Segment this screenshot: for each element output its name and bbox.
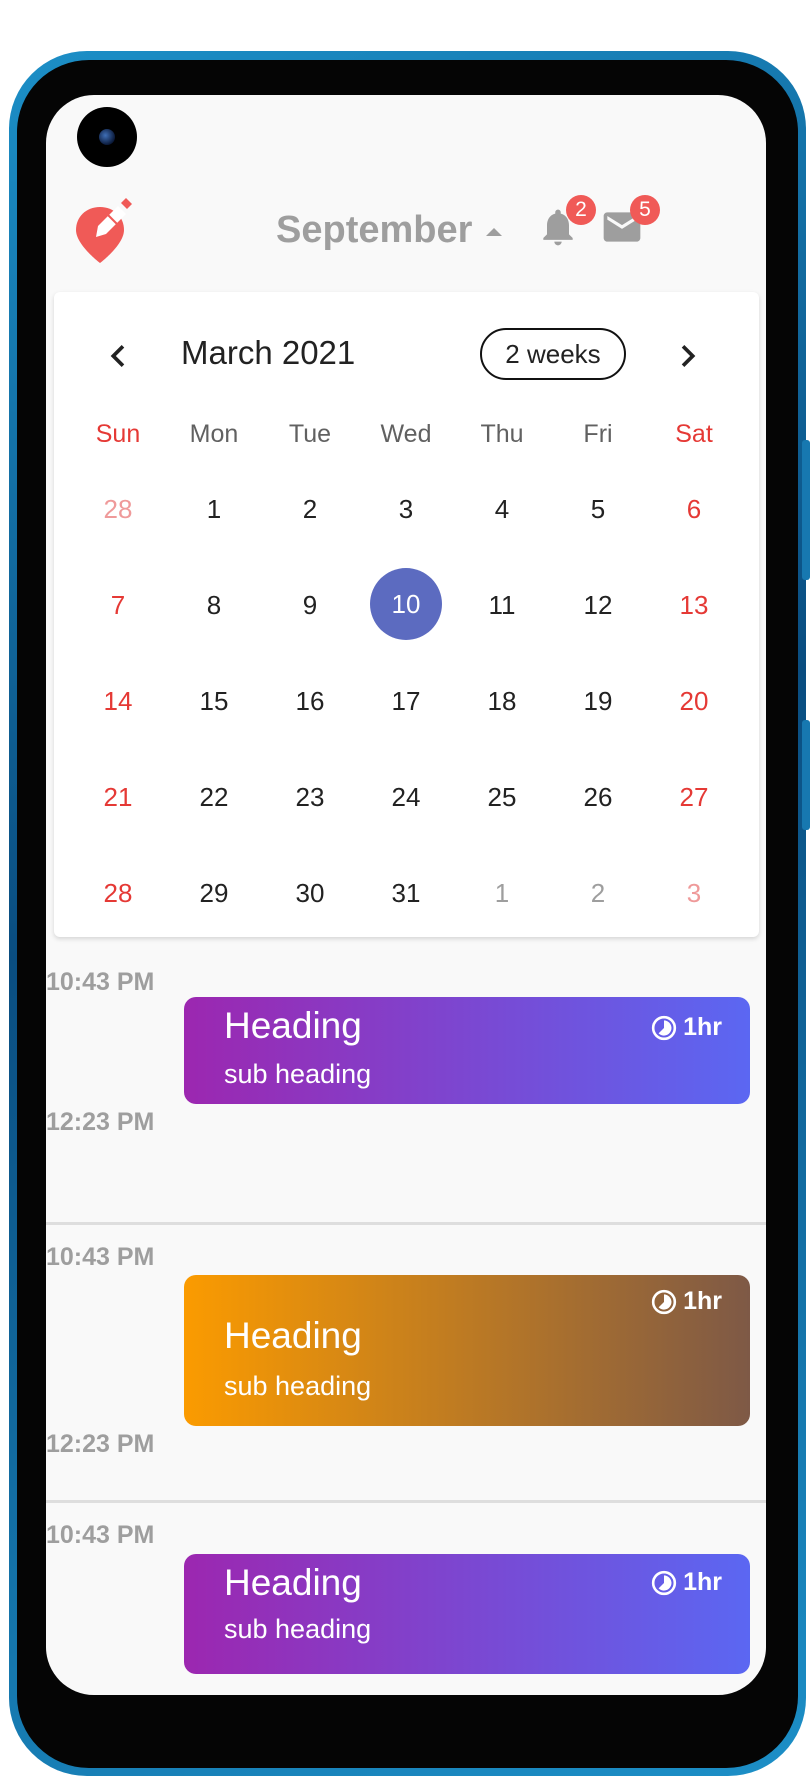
event-card[interactable]: Heading sub heading 1hr: [184, 1554, 750, 1674]
event-list: 10:43 PM Heading sub heading 1hr 12:23 P…: [46, 950, 766, 1695]
week-row: 14 15 16 17 18 19 20: [70, 672, 742, 768]
day-cell[interactable]: 17: [358, 672, 454, 768]
power-button: [802, 720, 810, 830]
day-cell[interactable]: 25: [454, 768, 550, 864]
app-screen: September 2 5 March 2021 2 weeks Sun Mon…: [46, 95, 766, 1695]
edit-location-icon[interactable]: [74, 193, 134, 265]
day-cell[interactable]: 13: [646, 576, 742, 672]
notifications-button[interactable]: 2: [536, 195, 596, 249]
day-cell[interactable]: 18: [454, 672, 550, 768]
day-cell[interactable]: 29: [166, 864, 262, 960]
month-dropdown[interactable]: September: [276, 207, 503, 253]
day-cell[interactable]: 2: [262, 480, 358, 576]
day-cell[interactable]: 3: [646, 864, 742, 960]
event-heading: Heading: [224, 1315, 362, 1356]
day-cell[interactable]: 15: [166, 672, 262, 768]
day-cell[interactable]: 3: [358, 480, 454, 576]
calendar-grid: 28 1 2 3 4 5 6 7 8 9 10 11 12 13 14 15 1…: [70, 480, 742, 960]
weekday-row: Sun Mon Tue Wed Thu Fri Sat: [70, 420, 742, 449]
day-cell[interactable]: 8: [166, 576, 262, 672]
day-cell[interactable]: 31: [358, 864, 454, 960]
event-duration-label: 1hr: [683, 1568, 722, 1596]
weekday-sat: Sat: [675, 420, 713, 448]
day-cell[interactable]: 2: [550, 864, 646, 960]
device-mockup: September 2 5 March 2021 2 weeks Sun Mon…: [0, 0, 812, 1788]
weekday-mon: Mon: [189, 420, 239, 448]
next-month-button[interactable]: [666, 334, 710, 378]
calendar-header: March 2021 2 weeks: [54, 328, 759, 384]
day-cell[interactable]: 23: [262, 768, 358, 864]
weekday-tue: Tue: [288, 420, 332, 448]
day-cell[interactable]: 24: [358, 768, 454, 864]
event-duration: 1hr: [651, 1287, 722, 1316]
day-cell[interactable]: 28: [70, 864, 166, 960]
day-cell[interactable]: 4: [454, 480, 550, 576]
day-cell[interactable]: 21: [70, 768, 166, 864]
week-row: 21 22 23 24 25 26 27: [70, 768, 742, 864]
chevron-left-icon: [110, 345, 125, 367]
day-cell[interactable]: 16: [262, 672, 358, 768]
day-cell[interactable]: 22: [166, 768, 262, 864]
event-heading: Heading: [224, 1005, 362, 1046]
calendar-title: March 2021: [181, 334, 356, 371]
event-block: 10:43 PM Heading sub heading 1hr 12:23 P…: [46, 950, 766, 1271]
event-end-time: 12:23 PM: [46, 1430, 155, 1458]
month-label: September: [276, 208, 473, 251]
notifications-badge: 2: [566, 195, 596, 225]
week-row: 28 29 30 31 1 2 3: [70, 864, 742, 960]
weekday-wed: Wed: [380, 420, 432, 448]
week-row: 7 8 9 10 11 12 13: [70, 568, 742, 672]
day-cell[interactable]: 9: [262, 576, 358, 672]
event-subheading: sub heading: [224, 1614, 372, 1644]
messages-button[interactable]: 5: [600, 195, 660, 249]
timelapse-icon: [651, 1289, 677, 1314]
format-toggle-button[interactable]: 2 weeks: [480, 328, 626, 380]
day-cell[interactable]: 12: [550, 576, 646, 672]
event-start-time: 10:43 PM: [46, 968, 155, 996]
weekday-sun: Sun: [95, 420, 141, 448]
day-cell[interactable]: 5: [550, 480, 646, 576]
event-duration-label: 1hr: [683, 1287, 722, 1315]
event-block: 10:43 PM 1hr Heading sub heading 12:23 P…: [46, 1225, 766, 1546]
event-subheading: sub heading: [224, 1371, 372, 1401]
event-start-time: 10:43 PM: [46, 1243, 155, 1271]
day-cell[interactable]: 19: [550, 672, 646, 768]
camera-icon: [77, 107, 137, 167]
event-card[interactable]: Heading sub heading 1hr: [184, 997, 750, 1104]
caret-up-icon: [486, 228, 503, 236]
weekday-thu: Thu: [480, 420, 524, 448]
day-cell[interactable]: 11: [454, 576, 550, 672]
volume-button: [802, 440, 810, 580]
day-cell[interactable]: 1: [454, 864, 550, 960]
weekday-fri: Fri: [583, 420, 613, 448]
day-cell[interactable]: 26: [550, 768, 646, 864]
event-duration: 1hr: [651, 1013, 722, 1042]
timelapse-icon: [651, 1570, 677, 1595]
selected-day-cell[interactable]: 10: [358, 568, 454, 672]
day-cell[interactable]: 14: [70, 672, 166, 768]
day-cell[interactable]: 1: [166, 480, 262, 576]
timelapse-icon: [651, 1015, 677, 1040]
day-cell[interactable]: 30: [262, 864, 358, 960]
event-duration-label: 1hr: [683, 1013, 722, 1041]
messages-badge: 5: [630, 195, 660, 225]
day-cell[interactable]: 20: [646, 672, 742, 768]
chevron-right-icon: [681, 345, 696, 367]
day-cell[interactable]: 28: [70, 480, 166, 576]
day-cell[interactable]: 7: [70, 576, 166, 672]
previous-month-button[interactable]: [96, 334, 140, 378]
event-end-time: 12:23 PM: [46, 1108, 155, 1136]
day-cell[interactable]: 27: [646, 768, 742, 864]
event-block: 10:43 PM Heading sub heading 1hr: [46, 1503, 766, 1695]
selected-day-label: 10: [370, 568, 442, 640]
calendar-card: March 2021 2 weeks Sun Mon Tue Wed Thu F…: [54, 292, 759, 937]
day-cell[interactable]: 6: [646, 480, 742, 576]
event-start-time: 10:43 PM: [46, 1521, 155, 1549]
week-row: 28 1 2 3 4 5 6: [70, 480, 742, 576]
event-heading: Heading: [224, 1562, 362, 1603]
event-duration: 1hr: [651, 1568, 722, 1597]
event-card[interactable]: 1hr Heading sub heading: [184, 1275, 750, 1426]
event-subheading: sub heading: [224, 1059, 372, 1089]
